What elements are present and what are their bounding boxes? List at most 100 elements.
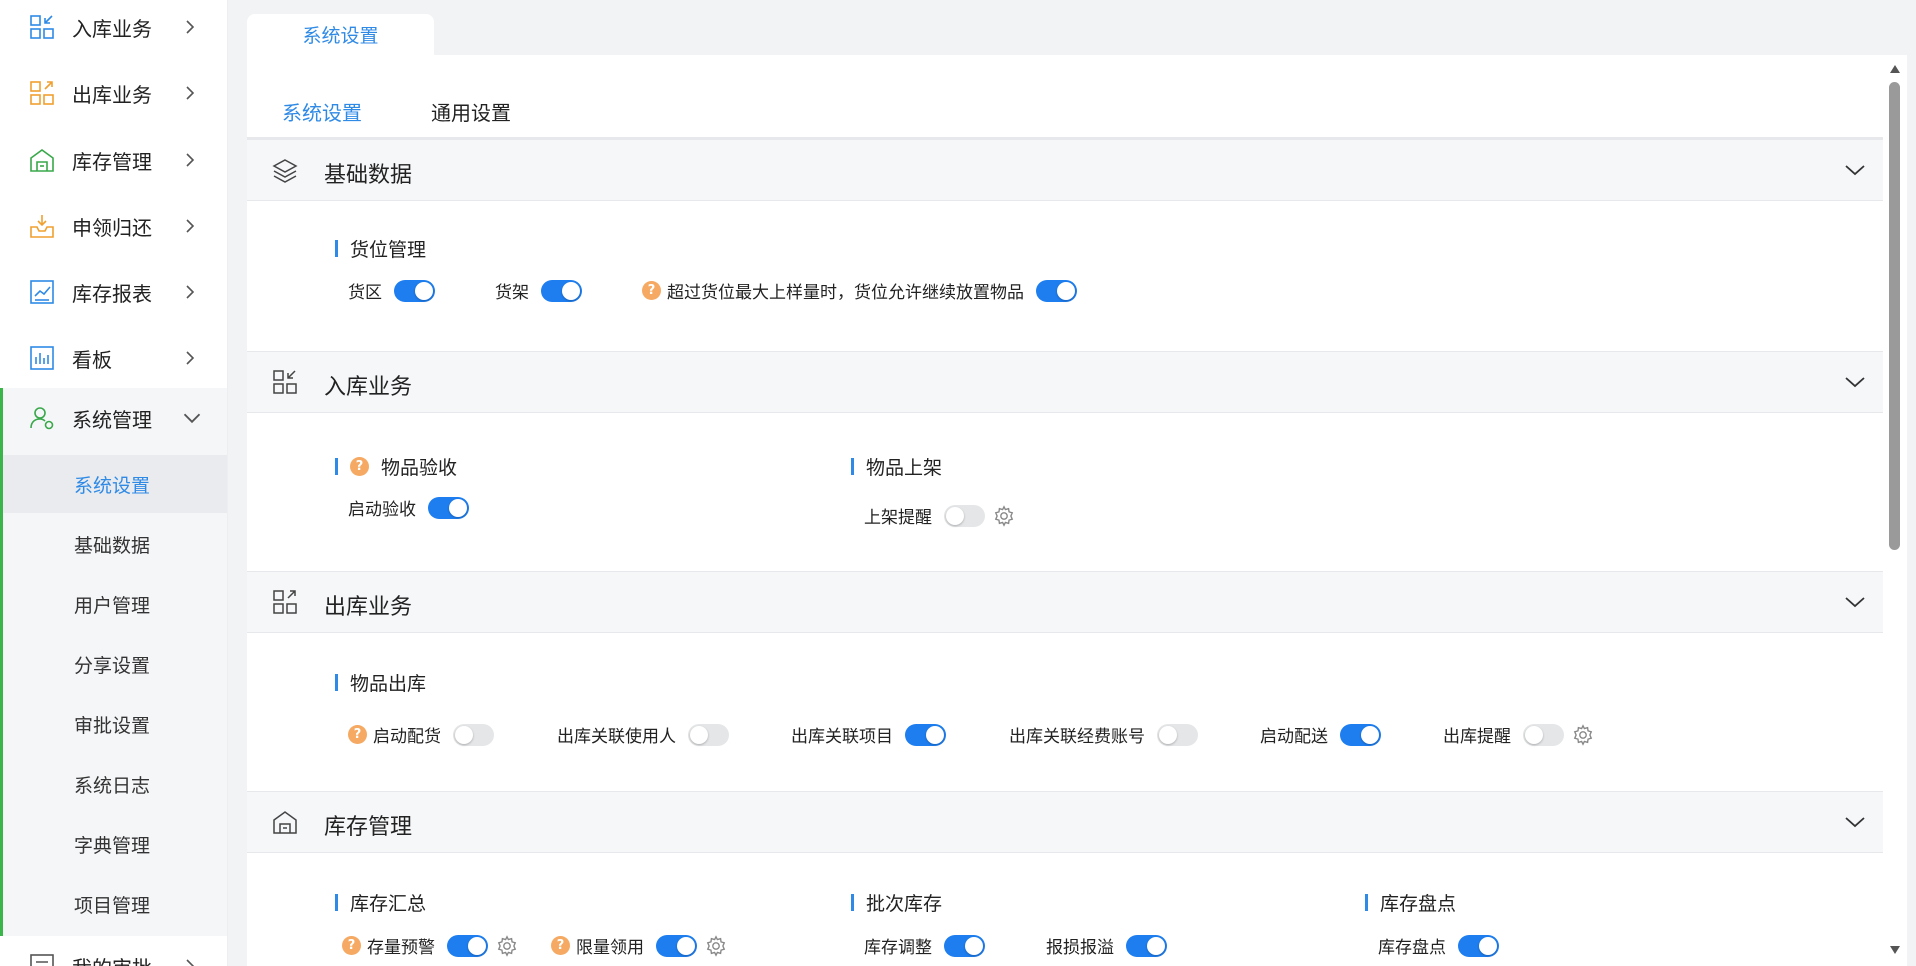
toggle-outbound-reminder[interactable]: [1523, 723, 1564, 746]
group-title-location-management: 货位管理: [335, 235, 426, 262]
sidebar-item-label: 系统管理: [72, 407, 152, 432]
toggle-link-user[interactable]: [688, 723, 729, 746]
chart-report-icon: [30, 280, 54, 304]
section-header[interactable]: 基础数据: [247, 139, 1883, 201]
scroll-down-arrow[interactable]: [1890, 946, 1900, 954]
sidebar-item-label: 看板: [72, 347, 112, 372]
option-enable-delivery: 启动配送: [1260, 722, 1381, 747]
tab-system-settings[interactable]: 系统设置: [282, 97, 362, 126]
sidebar-item-label: 申领归还: [72, 215, 152, 240]
section-title: 出库业务: [324, 595, 413, 620]
sidebar-subitem-user-management[interactable]: 用户管理: [3, 575, 227, 633]
toggle-stock-warning[interactable]: [447, 934, 488, 957]
sidebar-subitem-share-settings[interactable]: 分享设置: [3, 635, 227, 693]
inbound-icon: [273, 370, 297, 394]
option-inventory-adjustment: 库存调整: [864, 933, 985, 958]
warehouse-icon: [273, 811, 297, 834]
gear-icon[interactable]: [993, 504, 1015, 527]
option-loss-overflow: 报损报溢: [1046, 933, 1167, 958]
section-header[interactable]: 入库业务: [247, 351, 1883, 413]
sidebar-item-system-management[interactable]: 系统管理: [3, 388, 227, 448]
option-storage-area: 货区: [348, 278, 435, 303]
chevron-down-icon[interactable]: [1844, 594, 1866, 610]
inbound-icon: [30, 15, 54, 39]
user-settings-icon: [30, 407, 54, 430]
section-title: 入库业务: [324, 375, 413, 400]
sidebar-subitem-approval-settings[interactable]: 审批设置: [3, 695, 227, 753]
section-inventory: 库存管理 库存汇总 ? 存量预警 ? 限量领用 批次库存 库存调整 报损报溢 库…: [247, 791, 1883, 966]
sidebar: 入库业务 出库业务 库存管理 申领归还 库存报表 看板 系统管理 系统设置 基础…: [0, 0, 228, 966]
toggle-inventory-adjustment[interactable]: [944, 934, 985, 957]
sidebar-item-inbound[interactable]: 入库业务: [0, 0, 227, 57]
toggle-stocktaking[interactable]: [1458, 934, 1499, 957]
toggle-storage-area[interactable]: [394, 279, 435, 302]
chevron-right-icon: [186, 153, 195, 167]
toggle-link-project[interactable]: [905, 723, 946, 746]
sidebar-item-label: 我的审批: [72, 952, 152, 966]
gear-icon[interactable]: [705, 934, 727, 957]
chevron-right-icon: [186, 86, 195, 100]
approval-icon: [30, 954, 54, 966]
help-icon[interactable]: ?: [350, 457, 369, 476]
chevron-right-icon: [186, 285, 195, 299]
help-icon[interactable]: ?: [348, 725, 367, 744]
sidebar-group-system-management: 系统管理 系统设置 基础数据 用户管理 分享设置 审批设置 系统日志 字典管理 …: [0, 388, 227, 936]
scroll-thumb[interactable]: [1889, 82, 1900, 550]
sidebar-item-dashboard[interactable]: 看板: [0, 328, 227, 388]
sidebar-item-label: 库存管理: [72, 149, 152, 174]
tray-download-icon: [30, 215, 54, 238]
section-basic-data: 基础数据 货位管理 货区 货架 ? 超过货位最大上样量时，货位允许继续放置物品: [247, 139, 1883, 352]
settings-panel: 系统设置 通用设置 基础数据 货位管理 货区 货架 ? 超过货位最大上样量时，货…: [247, 55, 1883, 966]
option-allow-overflow: ? 超过货位最大上样量时，货位允许继续放置物品: [642, 278, 1077, 303]
sidebar-subitem-system-settings[interactable]: 系统设置: [3, 455, 227, 513]
chevron-down-icon[interactable]: [1844, 162, 1866, 178]
help-icon[interactable]: ?: [642, 281, 661, 300]
group-title-stocktaking: 库存盘点: [1365, 889, 1456, 916]
option-stock-warning: ? 存量预警: [342, 933, 518, 958]
section-header[interactable]: 出库业务: [247, 571, 1883, 633]
scroll-up-arrow[interactable]: [1890, 65, 1900, 73]
outbound-icon: [30, 81, 54, 105]
sidebar-item-my-approvals[interactable]: 我的审批: [0, 936, 227, 966]
toggle-allow-overflow[interactable]: [1036, 279, 1077, 302]
help-icon[interactable]: ?: [342, 936, 361, 955]
toggle-link-fund-account[interactable]: [1157, 723, 1198, 746]
option-link-user: 出库关联使用人: [557, 722, 729, 747]
sidebar-subitem-system-log[interactable]: 系统日志: [3, 755, 227, 813]
section-outbound: 出库业务 物品出库 ? 启动配货 出库关联使用人 出库关联项目 出库关联经费账号…: [247, 571, 1883, 792]
option-enable-allocation: ? 启动配货: [348, 722, 494, 747]
section-header[interactable]: 库存管理: [247, 791, 1883, 853]
toggle-enable-allocation[interactable]: [453, 723, 494, 746]
gear-icon[interactable]: [496, 934, 518, 957]
toggle-enable-delivery[interactable]: [1340, 723, 1381, 746]
option-link-project: 出库关联项目: [791, 722, 946, 747]
tab-general-settings[interactable]: 通用设置: [431, 97, 511, 126]
toggle-shelf[interactable]: [541, 279, 582, 302]
toggle-enable-acceptance[interactable]: [428, 496, 469, 519]
section-title: 基础数据: [324, 163, 413, 188]
top-tab-bar: 系统设置: [229, 0, 1916, 55]
toggle-shelving-reminder[interactable]: [944, 504, 985, 527]
chevron-down-icon[interactable]: [1844, 814, 1866, 830]
dashboard-icon: [30, 346, 54, 370]
vertical-scrollbar[interactable]: [1883, 55, 1907, 966]
sidebar-item-inventory-report[interactable]: 库存报表: [0, 262, 227, 322]
sidebar-subitem-basic-data[interactable]: 基础数据: [3, 515, 227, 573]
gear-icon[interactable]: [1572, 723, 1594, 746]
toggle-loss-overflow[interactable]: [1126, 934, 1167, 957]
help-icon[interactable]: ?: [551, 936, 570, 955]
group-title-batch-inventory: 批次库存: [851, 889, 942, 916]
sidebar-item-apply-return[interactable]: 申领归还: [0, 196, 227, 256]
group-title-inventory-summary: 库存汇总: [335, 889, 426, 916]
section-inbound: 入库业务 ? 物品验收 启动验收 物品上架 上架提醒: [247, 351, 1883, 572]
sidebar-subitem-project-management[interactable]: 项目管理: [3, 875, 227, 933]
sidebar-item-inventory[interactable]: 库存管理: [0, 130, 227, 190]
toggle-limited-requisition[interactable]: [656, 934, 697, 957]
sidebar-subitem-dictionary-management[interactable]: 字典管理: [3, 815, 227, 873]
chevron-right-icon: [186, 351, 195, 365]
chevron-down-icon[interactable]: [1844, 374, 1866, 390]
top-tab-system-settings[interactable]: 系统设置: [247, 14, 434, 55]
section-title: 库存管理: [324, 815, 413, 840]
group-title-goods-shelving: 物品上架: [851, 453, 942, 480]
sidebar-item-outbound[interactable]: 出库业务: [0, 63, 227, 123]
